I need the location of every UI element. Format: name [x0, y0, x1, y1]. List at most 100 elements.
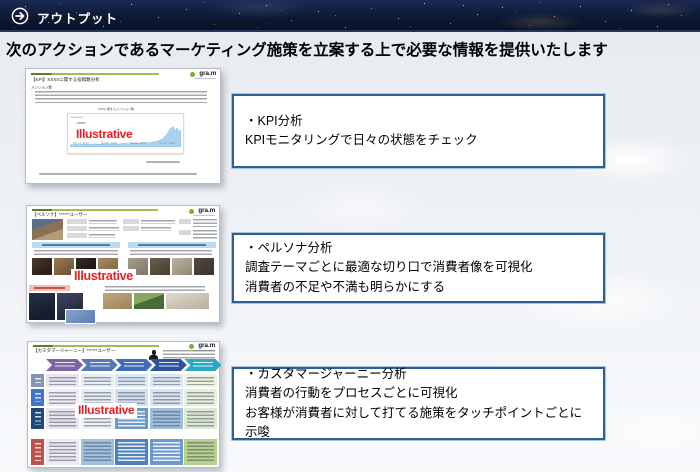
mini-slide-title: 【ペルソナ】******ユーザー	[32, 213, 87, 218]
persona-photo	[194, 258, 214, 275]
mini-section-label: メンション数	[31, 86, 52, 90]
journey-stage-chevron	[150, 359, 187, 371]
x-tick-label: Jan 26, 2020	[159, 142, 175, 145]
gram-logo-text: gra.m	[199, 70, 216, 77]
persona-photo	[172, 258, 192, 275]
mini-chart-title: XXXに関するメンション数	[98, 108, 134, 111]
illustrative-watermark: Illustrative	[71, 269, 136, 284]
kpi-analysis-box: ・KPI分析 KPIモニタリングで日々の状態をチェック	[232, 94, 605, 168]
header-title: アウトプット	[37, 8, 118, 27]
journey-stage-chevron	[115, 359, 152, 371]
box-line: ・ペルソナ分析	[245, 239, 592, 258]
gram-logo-text: gra.m	[198, 207, 215, 214]
journey-stage-chevron	[184, 359, 221, 371]
slide-header-band: アウトプット	[0, 0, 700, 32]
mini-footnote-line	[39, 173, 197, 175]
persona-photo	[29, 293, 55, 320]
mini-paragraph-lines	[35, 91, 207, 104]
slide-accent-rule	[33, 345, 159, 347]
x-tick-label: Jun 08, 2019	[101, 142, 117, 145]
slide-accent-rule	[32, 209, 158, 211]
thumbnail-persona-slide: gra.m 【ペルソナ】******ユーザー Illustrat	[26, 205, 220, 323]
profile-field-label	[179, 219, 191, 224]
gram-logo-icon	[190, 72, 195, 77]
journey-stage-chevron	[46, 359, 83, 371]
journey-row-label	[31, 389, 44, 406]
gram-logo-tagline	[194, 78, 216, 79]
persona-subsection-header	[29, 285, 70, 291]
persona-photo	[32, 258, 52, 275]
gram-logo-icon	[189, 209, 194, 214]
gram-logo-icon	[189, 344, 194, 349]
journey-analysis-box: ・カスタマージャーニー分析 消費者の行動をプロセスごとに可視化 お客様が消費者に…	[232, 367, 605, 440]
persona-photo	[134, 293, 164, 309]
chart-series-label: Mentions	[71, 116, 83, 119]
slide-accent-rule	[31, 73, 159, 75]
journey-cell	[46, 439, 79, 465]
arrow-right-circle-icon	[11, 7, 29, 25]
persona-photo	[103, 293, 132, 309]
journey-cell	[150, 389, 183, 406]
box-line: 消費者の不足や不満も明らかにする	[245, 278, 592, 297]
journey-stage-chevron	[81, 359, 118, 371]
profile-field-value	[89, 220, 117, 224]
profile-field-label	[179, 230, 191, 235]
profile-field-label	[67, 233, 87, 238]
box-line: 調査テーマごとに最適な切り口で消費者像を可視化	[245, 258, 592, 277]
mini-slide-title: 【KPI】XXXXに関する投稿数分析	[31, 78, 100, 83]
profile-field-value	[141, 227, 171, 231]
starfield-decoration	[0, 0, 1, 1]
journey-cell	[81, 374, 114, 387]
profile-field-label	[67, 219, 87, 224]
profile-field-label	[123, 226, 139, 231]
person-icon	[149, 350, 159, 360]
journey-cell	[184, 389, 217, 406]
journey-cell	[150, 439, 183, 465]
profile-field-value	[89, 227, 119, 231]
journey-cell	[184, 408, 217, 429]
journey-row-label	[31, 408, 44, 429]
profile-field-label	[67, 226, 87, 231]
journey-row-label	[31, 439, 44, 465]
thumbnail-journey-slide: gra.m 【カスタマージャーニー】******ユーザー	[27, 341, 220, 468]
profile-field-value	[193, 219, 217, 227]
persona-analysis-box: ・ペルソナ分析 調査テーマごとに最適な切り口で消費者像を可視化 消費者の不足や不…	[232, 233, 605, 303]
gram-logo-tagline	[193, 215, 215, 216]
persona-photo-overlay	[65, 309, 96, 324]
bullet-text-lines	[130, 250, 212, 256]
box-line: ・KPI分析	[245, 112, 592, 131]
thumbnail-kpi-slide: gra.m 【KPI】XXXXに関する投稿数分析 メンション数 XXXに関するメ…	[25, 68, 221, 184]
persona-profile-photo	[32, 219, 63, 240]
persona-section-header	[128, 242, 216, 248]
journey-cell	[81, 439, 114, 465]
mini-slide-title: 【カスタマージャーニー】******ユーザー	[33, 349, 115, 354]
journey-cell	[150, 408, 183, 429]
illustrative-watermark: Illustrative	[73, 127, 135, 142]
profile-field-value	[141, 220, 175, 224]
persona-photo	[150, 258, 170, 275]
box-line: ・カスタマージャーニー分析	[245, 365, 592, 384]
profile-field-value	[193, 230, 217, 240]
illustrative-watermark: Illustrative	[75, 403, 137, 418]
persona-photo	[166, 293, 209, 309]
journey-cell	[184, 439, 217, 465]
gram-logo-text: gra.m	[198, 342, 215, 349]
journey-row-label	[31, 374, 44, 387]
profile-field-value	[89, 234, 115, 238]
box-line: お客様が消費者に対して打てる施策をタッチポイントごとに示唆	[245, 404, 592, 443]
journey-cell	[150, 374, 183, 387]
journey-cell	[115, 374, 148, 387]
bullet-text-lines	[105, 286, 205, 292]
box-line: KPIモニタリングで日々の状態をチェック	[245, 131, 592, 150]
box-line: 消費者の行動をプロセスごとに可視化	[245, 384, 592, 403]
x-tick-label: Oct 02, 2019	[130, 142, 145, 145]
journey-cell	[46, 374, 79, 387]
profile-field-label	[123, 219, 139, 224]
mini-caption-line	[146, 161, 180, 163]
journey-cell	[184, 374, 217, 387]
slide-page: アウトプット 次のアクションであるマーケティング施策を立案する上で必要な情報を提…	[0, 0, 700, 472]
journey-cell	[115, 439, 148, 465]
bullet-text-lines	[34, 250, 118, 256]
persona-section-header	[32, 242, 120, 248]
x-tick-label: Feb 10, 2019	[73, 142, 89, 145]
